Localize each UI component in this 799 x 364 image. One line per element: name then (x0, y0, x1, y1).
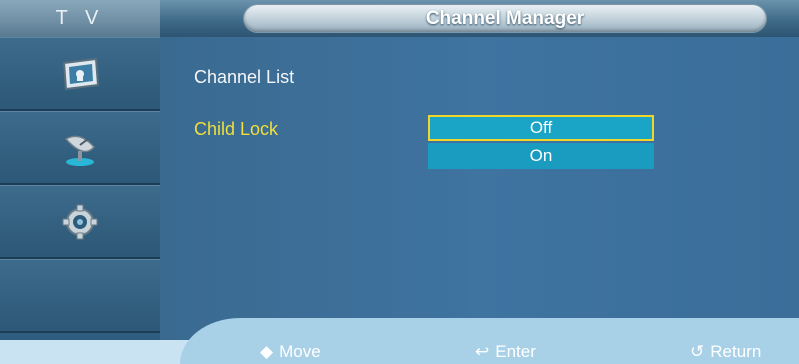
enter-icon: ↩ (475, 342, 490, 361)
main-panel: Channel List Child Lock Off On (160, 37, 799, 340)
sidebar-item-setup[interactable] (0, 185, 160, 259)
satellite-dish-icon (64, 135, 95, 166)
help-return: ↺ Return (690, 340, 761, 364)
return-icon: ↺ (690, 342, 705, 361)
title-pill: Channel Manager (244, 5, 766, 32)
tv-tab[interactable]: T V (0, 0, 160, 37)
sidebar-item-picture[interactable] (0, 37, 160, 111)
option-on[interactable]: On (428, 143, 654, 169)
menu-item-channel-list[interactable]: Channel List (194, 67, 294, 88)
help-bar (0, 318, 799, 364)
sidebar-item-channel[interactable] (0, 111, 160, 185)
page-title: Channel Manager (425, 8, 585, 29)
sidebar-item-empty (0, 259, 160, 333)
help-enter-label: Enter (495, 342, 536, 361)
menu-item-child-lock[interactable]: Child Lock (194, 119, 278, 140)
option-off[interactable]: Off (428, 115, 654, 141)
help-return-label: Return (710, 342, 762, 361)
help-enter: ↩ Enter (475, 340, 536, 364)
tv-osd-screen: T V Channel Manager Channel List Child L… (0, 0, 799, 364)
help-move-label: Move (279, 342, 321, 361)
move-icon: ◆ (260, 342, 274, 361)
sidebar (0, 37, 160, 340)
gear-icon (62, 204, 98, 239)
picture-icon (62, 57, 100, 90)
help-move: ◆ Move (260, 340, 321, 364)
title-bar: T V Channel Manager (0, 0, 799, 37)
